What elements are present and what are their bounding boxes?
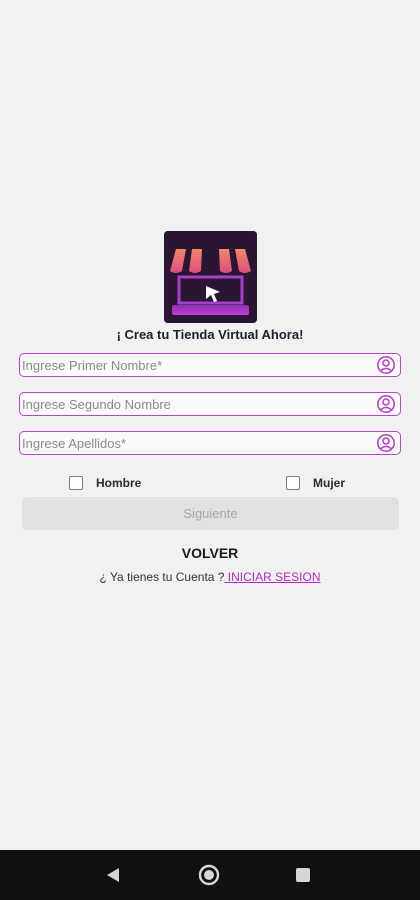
user-circle-icon [376,433,396,453]
female-checkbox[interactable] [286,476,300,490]
login-prompt: ¿ Ya tienes tu Cuenta ? INICIAR SESION [0,570,420,584]
female-label: Mujer [313,476,346,490]
back-triangle-icon[interactable] [104,866,122,884]
last-names-input[interactable] [20,432,376,454]
user-circle-icon [376,394,396,414]
app-logo [164,231,257,323]
male-checkbox[interactable] [69,476,83,490]
back-button[interactable]: VOLVER [0,545,420,561]
gender-male-option[interactable]: Hombre [69,476,141,490]
tagline: ¡ Crea tu Tienda Virtual Ahora! [116,327,304,342]
system-nav-bar [0,850,420,900]
home-circle-icon[interactable] [198,864,220,886]
user-circle-icon [376,355,396,375]
first-name-field[interactable] [19,353,401,377]
last-names-field[interactable] [19,431,401,455]
recents-square-icon[interactable] [295,867,311,883]
second-name-field[interactable] [19,392,401,416]
storefront-logo-icon [164,231,257,323]
gender-female-option[interactable]: Mujer [286,476,345,490]
login-question: ¿ Ya tienes tu Cuenta ? [99,570,225,584]
second-name-input[interactable] [20,393,376,415]
first-name-input[interactable] [20,354,376,376]
male-label: Hombre [96,476,142,490]
login-link[interactable]: INICIAR SESION [224,570,321,584]
next-button[interactable]: Siguiente [22,497,399,530]
